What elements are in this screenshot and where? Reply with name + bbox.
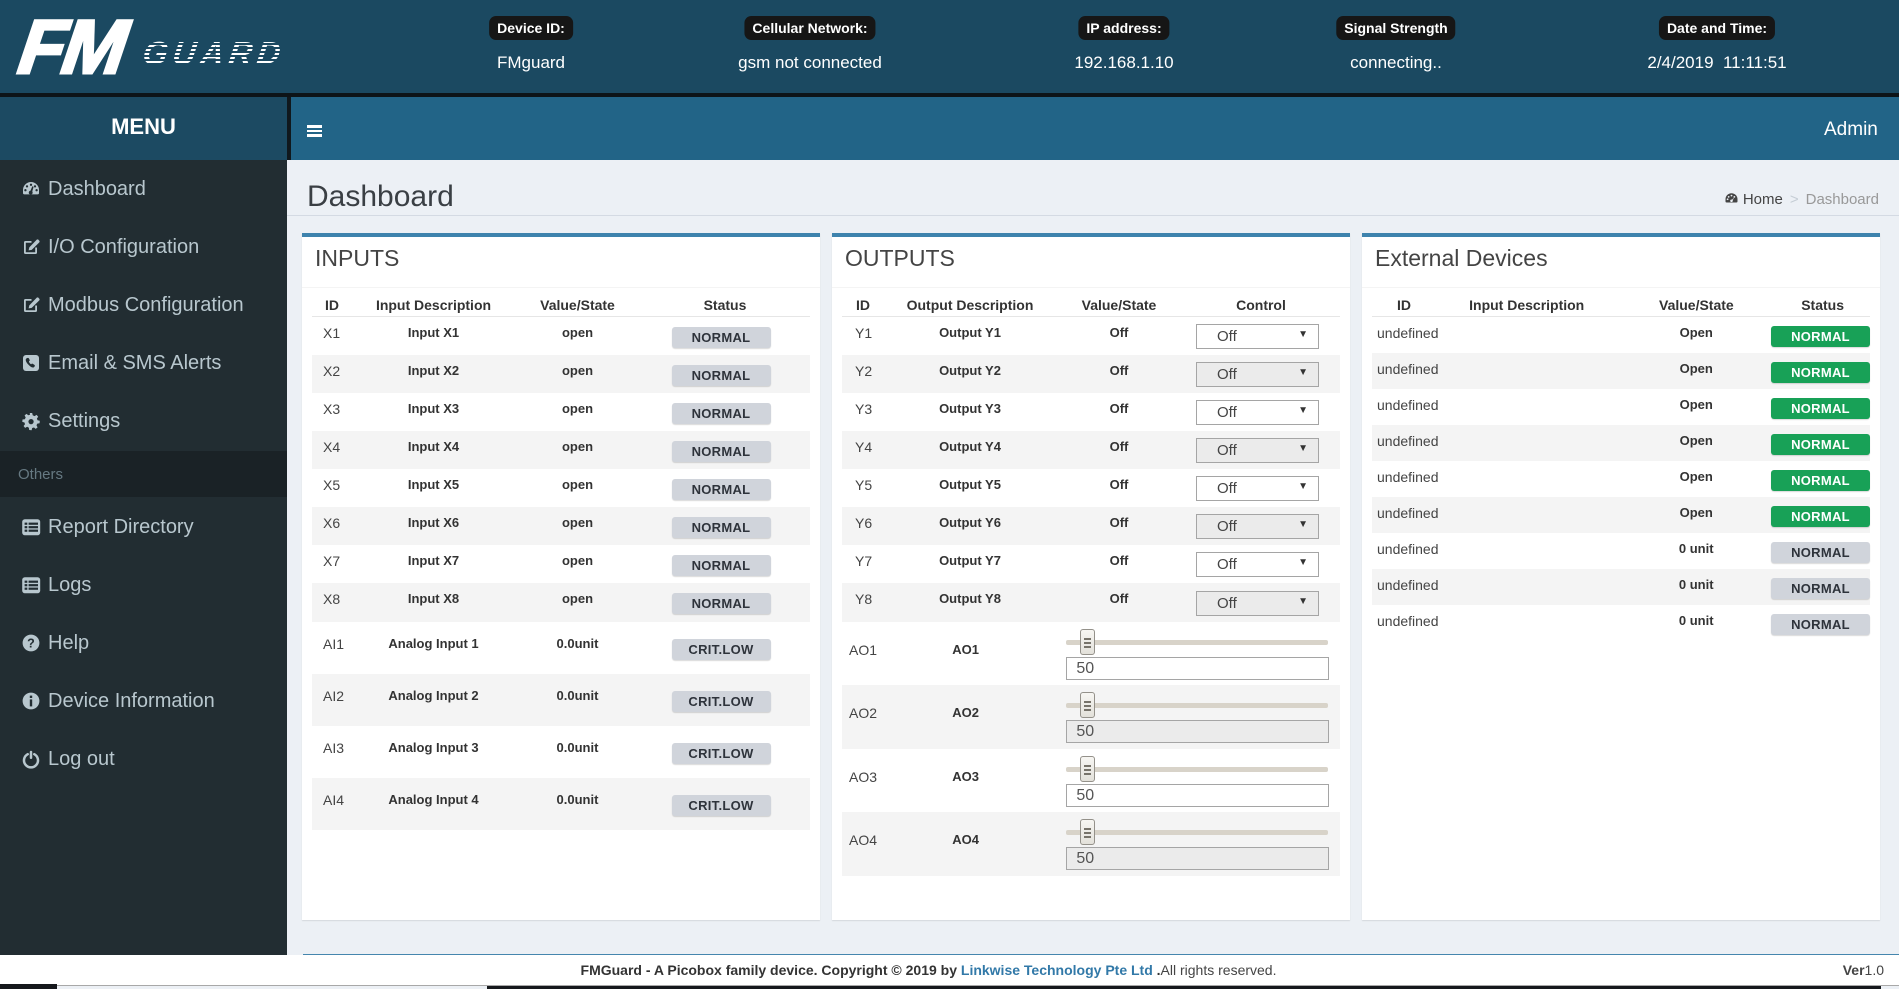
svg-text:?: ? bbox=[27, 636, 35, 650]
